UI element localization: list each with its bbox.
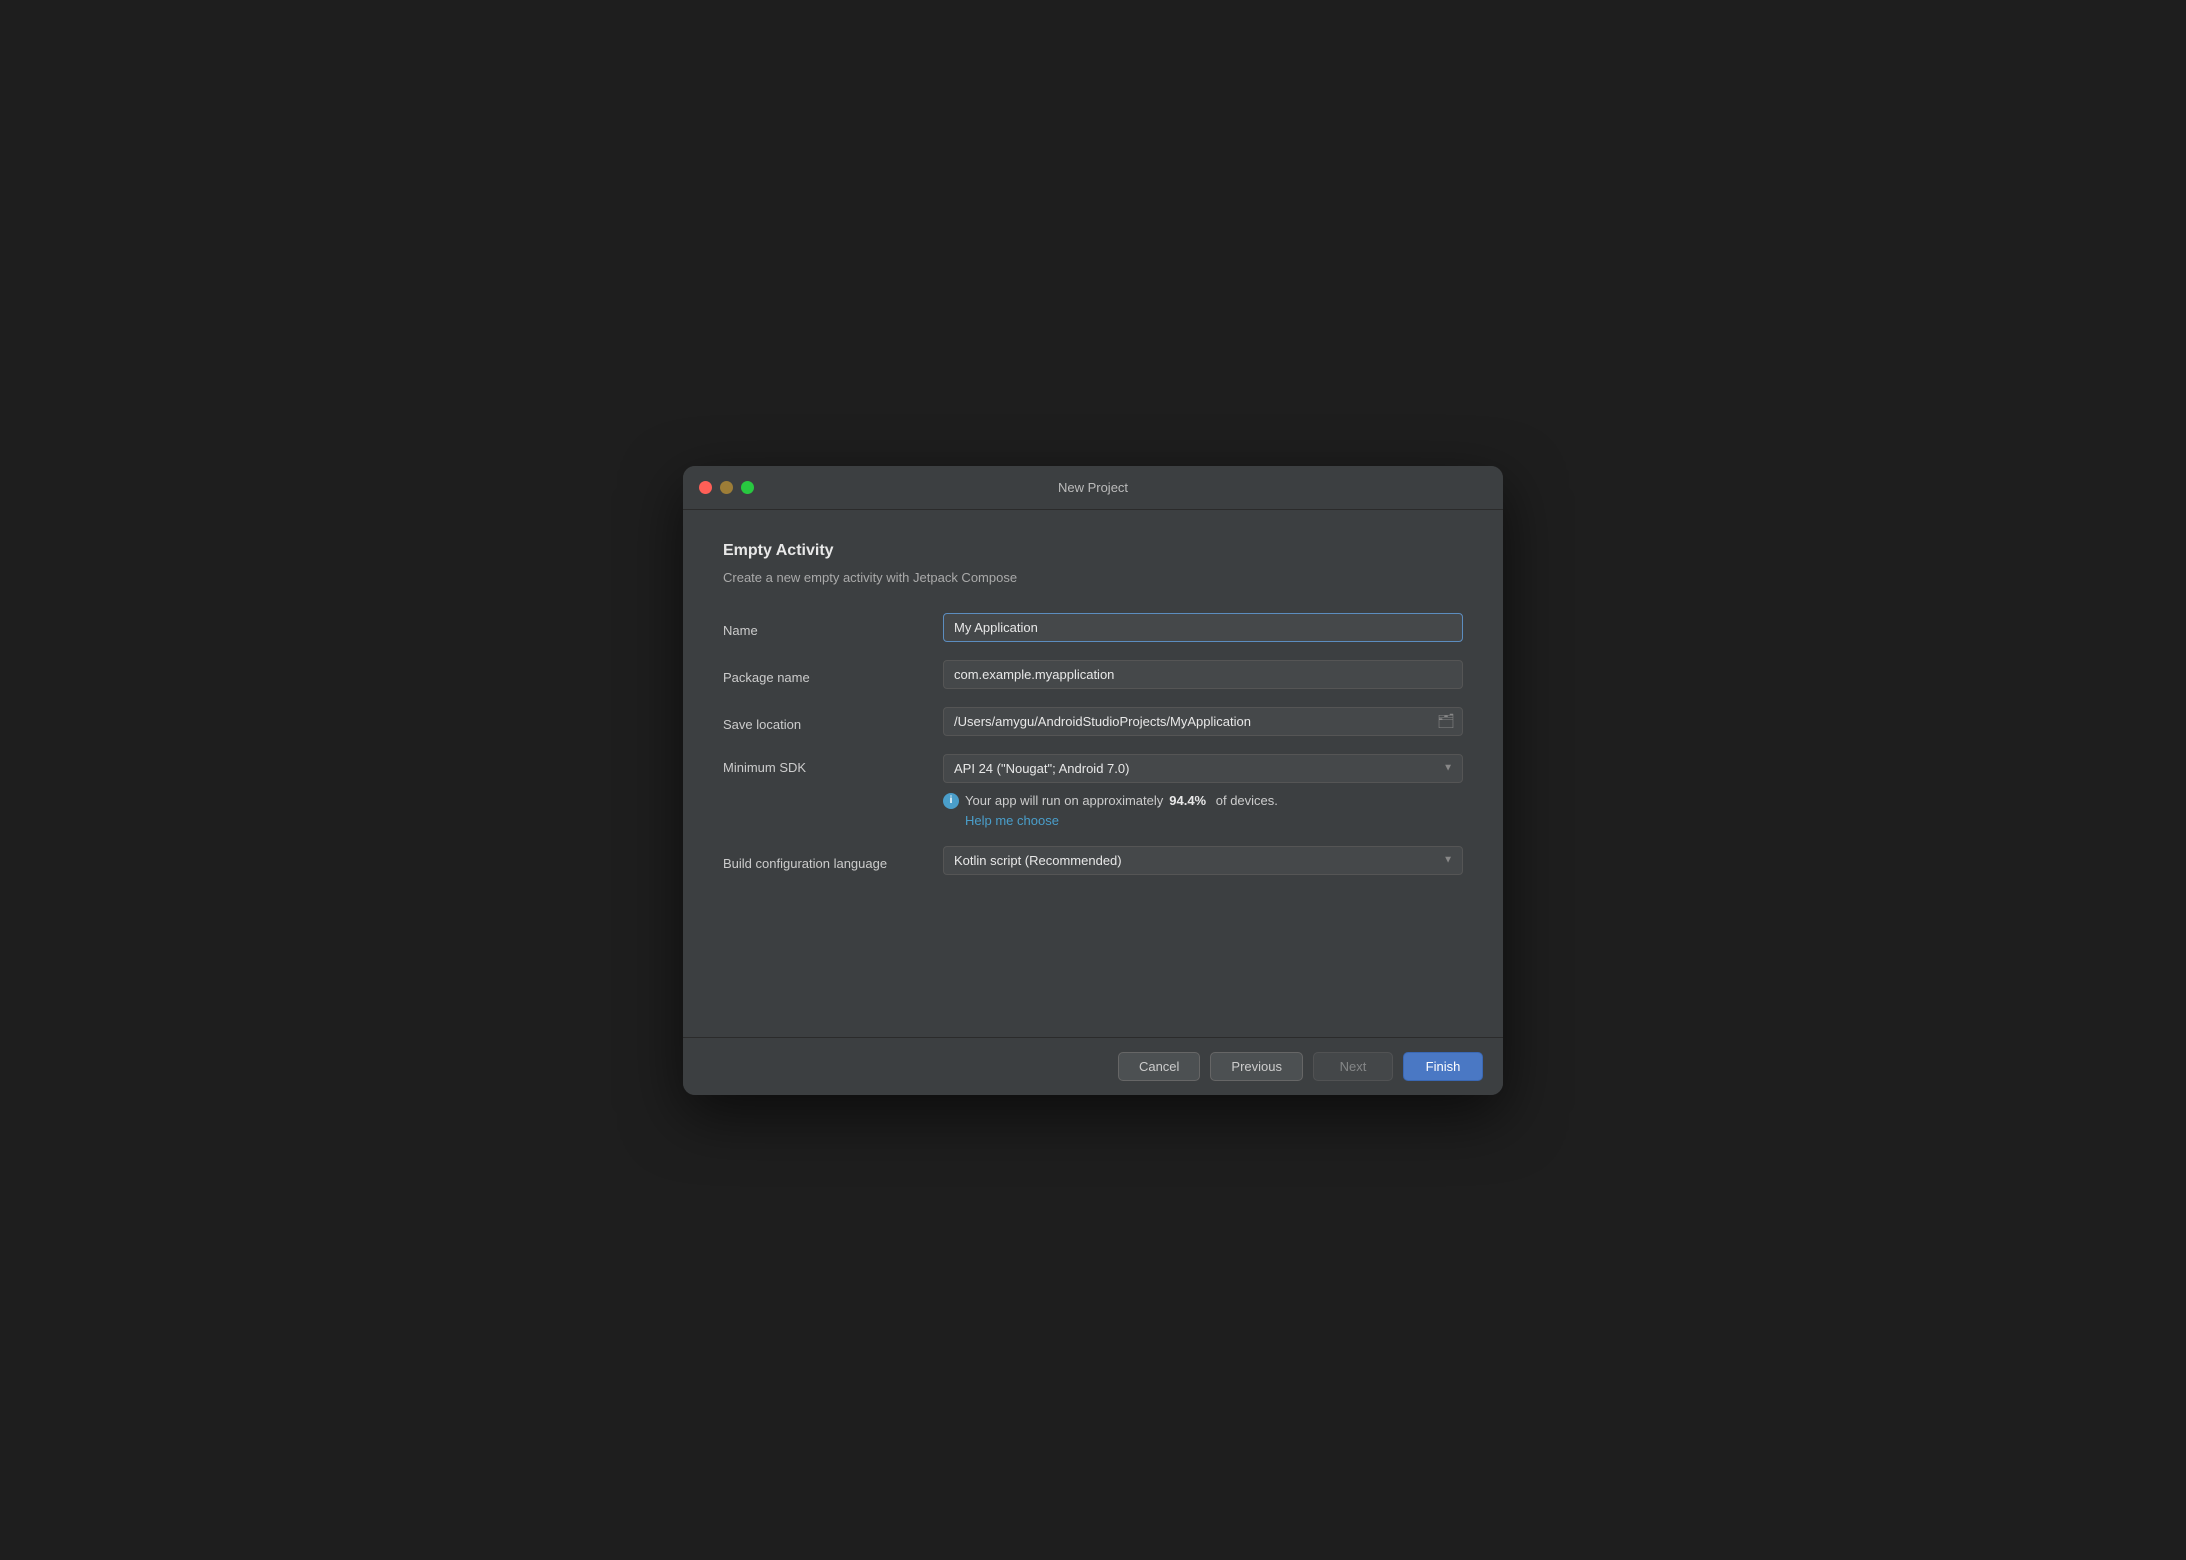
minimum-sdk-select-wrapper: API 21 ("Lollipop"; Android 5.0) API 23 … [943,754,1463,783]
save-location-input[interactable] [943,707,1463,736]
save-location-row: Save location 🗂 [723,707,1463,736]
save-location-label: Save location [723,711,943,732]
maximize-button[interactable] [741,481,754,494]
spacer [723,893,1463,1013]
previous-button[interactable]: Previous [1210,1052,1303,1081]
save-location-wrapper: 🗂 [943,707,1463,736]
info-icon: i [943,793,959,809]
new-project-window: New Project Empty Activity Create a new … [683,466,1503,1095]
form-content: Empty Activity Create a new empty activi… [683,510,1503,1037]
build-config-row: Build configuration language Kotlin scri… [723,846,1463,875]
finish-button[interactable]: Finish [1403,1052,1483,1081]
footer: Cancel Previous Next Finish [683,1037,1503,1095]
close-button[interactable] [699,481,712,494]
sdk-info-text: i Your app will run on approximately 94.… [943,793,1463,809]
name-control [943,613,1463,642]
build-config-select-wrapper: Kotlin script (Recommended) Groovy ▼ [943,846,1463,875]
package-name-label: Package name [723,664,943,685]
name-row: Name [723,613,1463,642]
traffic-lights [699,481,754,494]
name-input[interactable] [943,613,1463,642]
minimum-sdk-select[interactable]: API 21 ("Lollipop"; Android 5.0) API 23 … [943,754,1463,783]
minimum-sdk-row: Minimum SDK API 21 ("Lollipop"; Android … [723,754,1463,828]
sdk-info-after: of devices. [1212,793,1278,808]
help-me-choose-link[interactable]: Help me choose [965,813,1463,828]
window-title: New Project [1058,480,1128,495]
minimum-sdk-label: Minimum SDK [723,754,943,775]
next-button[interactable]: Next [1313,1052,1393,1081]
build-config-label: Build configuration language [723,850,943,871]
minimize-button[interactable] [720,481,733,494]
save-location-control: 🗂 [943,707,1463,736]
folder-icon[interactable]: 🗂 [1437,713,1455,730]
title-bar: New Project [683,466,1503,510]
build-config-select[interactable]: Kotlin script (Recommended) Groovy [943,846,1463,875]
minimum-sdk-control: API 21 ("Lollipop"; Android 5.0) API 23 … [943,754,1463,828]
section-subtitle: Create a new empty activity with Jetpack… [723,570,1463,585]
package-name-row: Package name [723,660,1463,689]
package-name-input[interactable] [943,660,1463,689]
sdk-info-before: Your app will run on approximately [965,793,1163,808]
sdk-info: i Your app will run on approximately 94.… [943,793,1463,828]
cancel-button[interactable]: Cancel [1118,1052,1200,1081]
name-label: Name [723,617,943,638]
section-title: Empty Activity [723,542,1463,560]
sdk-percentage: 94.4% [1169,793,1206,808]
build-config-control: Kotlin script (Recommended) Groovy ▼ [943,846,1463,875]
package-name-control [943,660,1463,689]
